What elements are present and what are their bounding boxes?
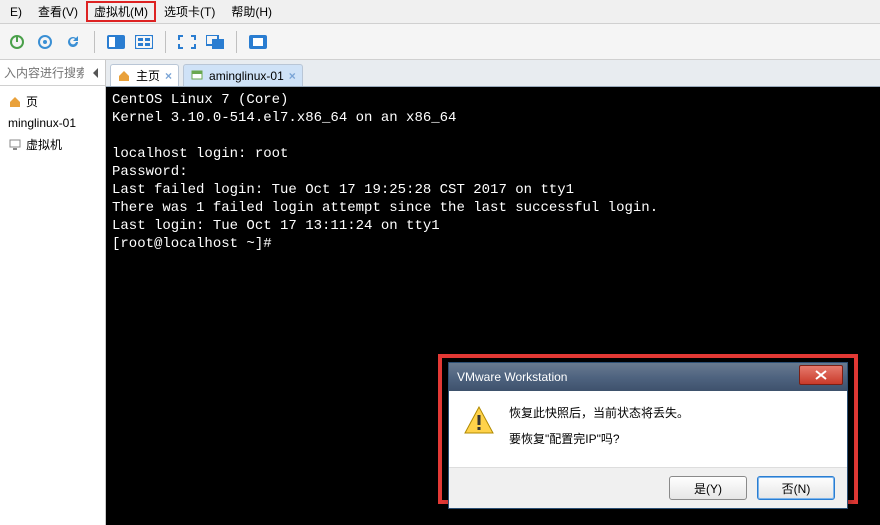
warning-icon xyxy=(463,405,495,437)
close-icon[interactable]: × xyxy=(289,69,296,83)
close-button[interactable] xyxy=(799,365,843,385)
toolbar-separator xyxy=(236,31,237,53)
confirm-dialog: VMware Workstation 恢复此快照后，当前状态将丢失。 要恢复"配… xyxy=(448,362,848,509)
dialog-title-bar[interactable]: VMware Workstation xyxy=(449,363,847,391)
no-button[interactable]: 否(N) xyxy=(757,476,835,500)
quick-switch-icon[interactable] xyxy=(247,31,269,53)
tree-item-computer[interactable]: 虚拟机 xyxy=(2,133,103,156)
home-icon xyxy=(8,95,22,109)
toolbar-separator xyxy=(94,31,95,53)
menu-tabs[interactable]: 选项卡(T) xyxy=(156,1,223,22)
tab-vm[interactable]: aminglinux-01 × xyxy=(183,64,303,86)
dialog-body: 恢复此快照后，当前状态将丢失。 要恢复"配置完IP"吗? xyxy=(449,391,847,468)
close-icon[interactable]: × xyxy=(165,69,172,83)
dialog-title: VMware Workstation xyxy=(457,370,567,384)
revert-icon[interactable] xyxy=(62,31,84,53)
dialog-line1: 恢复此快照后，当前状态将丢失。 xyxy=(509,405,689,421)
search-input[interactable] xyxy=(0,63,88,83)
close-icon xyxy=(815,370,827,380)
toolbar-separator xyxy=(165,31,166,53)
sidebar: 页 minglinux-01 虚拟机 xyxy=(0,60,106,525)
collapse-sidebar-button[interactable] xyxy=(88,62,104,84)
power-on-icon[interactable] xyxy=(6,31,28,53)
tree-label: minglinux-01 xyxy=(8,116,76,130)
tree-label: 页 xyxy=(26,93,38,110)
menu-help[interactable]: 帮助(H) xyxy=(223,1,280,22)
menu-vm[interactable]: 虚拟机(M) xyxy=(86,1,156,22)
thumbnail-icon[interactable] xyxy=(133,31,155,53)
dialog-footer: 是(Y) 否(N) xyxy=(449,468,847,508)
dialog-line2: 要恢复"配置完IP"吗? xyxy=(509,431,689,447)
snapshot-icon[interactable] xyxy=(34,31,56,53)
show-console-icon[interactable] xyxy=(105,31,127,53)
tree-item-home[interactable]: 页 xyxy=(2,90,103,113)
tab-home[interactable]: 主页 × xyxy=(110,64,179,86)
menu-edit[interactable]: E) xyxy=(2,3,30,21)
tree-label: 虚拟机 xyxy=(26,136,62,153)
home-icon xyxy=(117,69,131,83)
tab-label: aminglinux-01 xyxy=(209,69,284,83)
library-tree: 页 minglinux-01 虚拟机 xyxy=(0,86,105,525)
vm-icon xyxy=(190,69,204,83)
menu-view[interactable]: 查看(V) xyxy=(30,1,86,22)
sidebar-search xyxy=(0,60,105,86)
monitor-icon xyxy=(8,138,22,152)
tab-bar: 主页 × aminglinux-01 × xyxy=(106,60,880,86)
toolbar xyxy=(0,24,880,60)
tree-item-vm[interactable]: minglinux-01 xyxy=(2,113,103,133)
menu-bar: E) 查看(V) 虚拟机(M) 选项卡(T) 帮助(H) xyxy=(0,0,880,24)
yes-button[interactable]: 是(Y) xyxy=(669,476,747,500)
unity-icon[interactable] xyxy=(204,31,226,53)
fullscreen-icon[interactable] xyxy=(176,31,198,53)
tab-label: 主页 xyxy=(136,67,160,84)
dialog-text: 恢复此快照后，当前状态将丢失。 要恢复"配置完IP"吗? xyxy=(509,405,689,457)
